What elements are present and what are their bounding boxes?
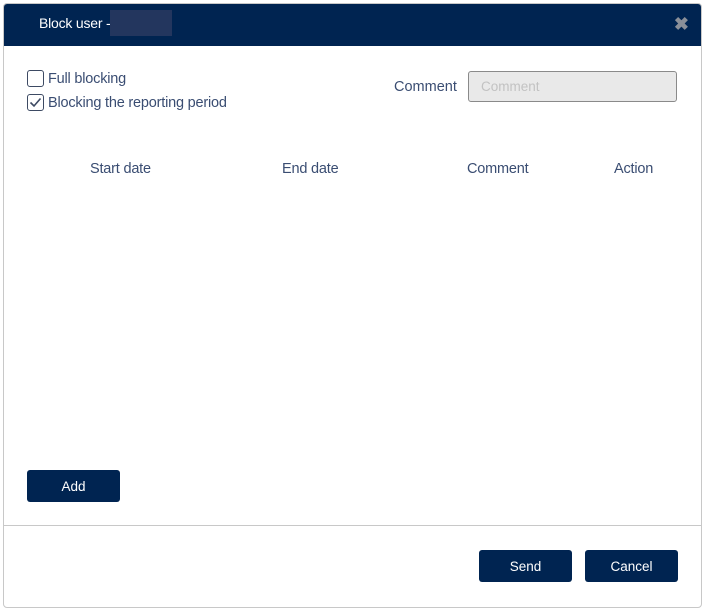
footer-divider: [4, 525, 701, 526]
reporting-period-label: Blocking the reporting period: [48, 94, 227, 111]
dialog-title: Block user -: [39, 15, 111, 31]
periods-table-body: [24, 189, 679, 459]
column-header-start-date: Start date: [90, 161, 151, 177]
column-header-action: Action: [614, 161, 654, 177]
redacted-username: [110, 10, 172, 36]
block-user-dialog: Block user - ✖ Full blocking Blocking th…: [3, 3, 702, 608]
comment-input[interactable]: [468, 71, 677, 102]
full-blocking-option[interactable]: Full blocking: [27, 70, 126, 87]
column-header-comment: Comment: [467, 161, 529, 177]
column-header-end-date: End date: [282, 161, 339, 177]
send-button[interactable]: Send: [479, 550, 572, 582]
dialog-header: Block user - ✖: [4, 4, 701, 46]
comment-label: Comment: [394, 79, 457, 95]
reporting-period-checkbox[interactable]: [27, 94, 44, 111]
full-blocking-label: Full blocking: [48, 70, 126, 87]
close-icon[interactable]: ✖: [674, 14, 689, 34]
checkmark-icon: [29, 97, 42, 108]
full-blocking-checkbox[interactable]: [27, 70, 44, 87]
add-button[interactable]: Add: [27, 470, 120, 502]
cancel-button[interactable]: Cancel: [585, 550, 678, 582]
reporting-period-option[interactable]: Blocking the reporting period: [27, 94, 227, 111]
